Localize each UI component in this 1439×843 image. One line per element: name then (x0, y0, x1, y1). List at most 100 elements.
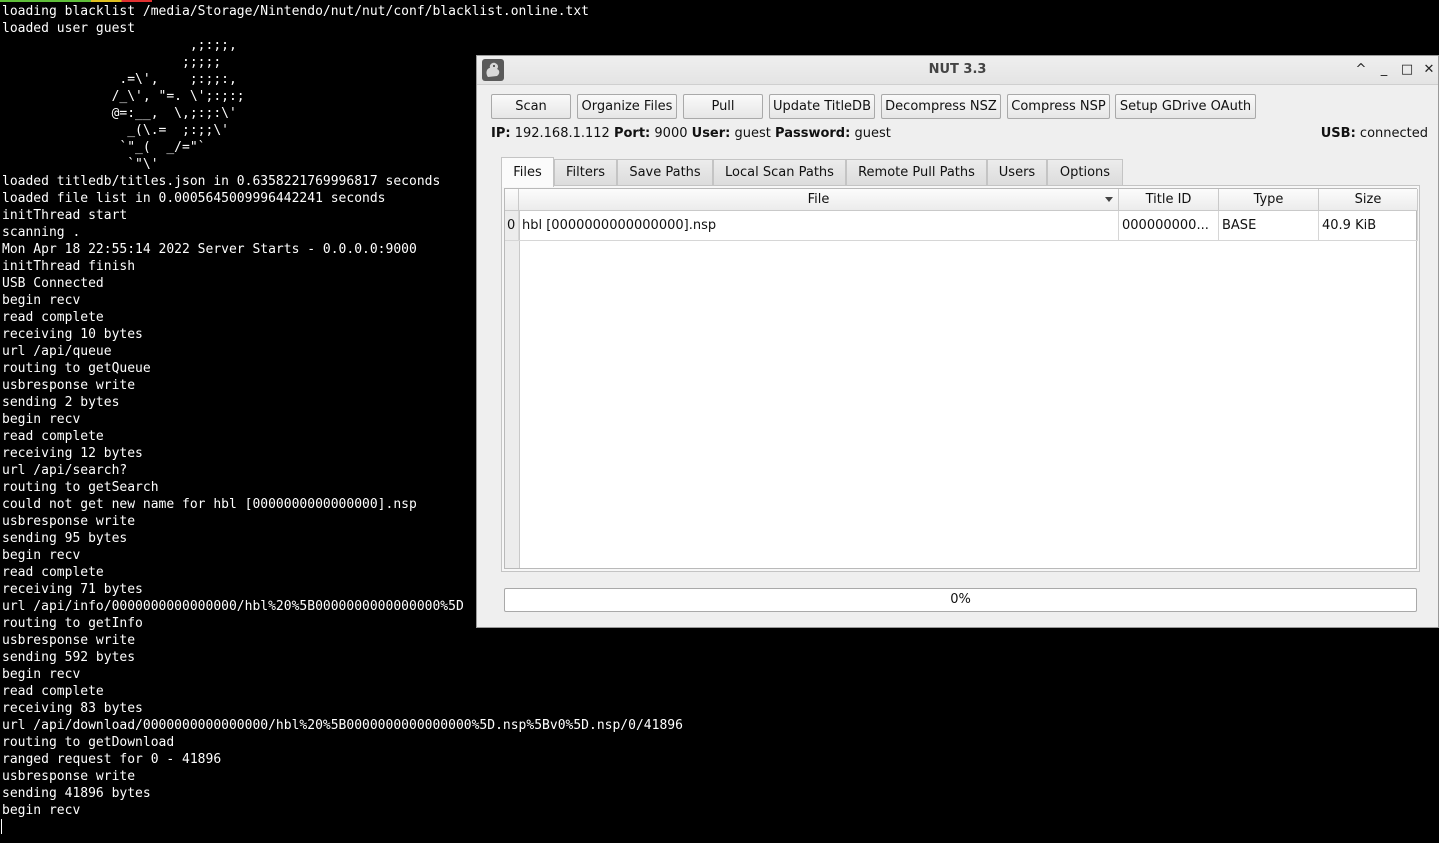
terminal-line: begin recv (2, 667, 81, 682)
terminal-line: begin recv (2, 293, 81, 308)
column-header-file[interactable]: File (519, 189, 1119, 211)
terminal-line: /_\', "=. \';:;:; (2, 89, 245, 104)
tab-filters[interactable]: Filters (554, 159, 617, 185)
cell-size[interactable]: 40.9 KiB (1319, 211, 1418, 241)
compress-nsp-button[interactable]: Compress NSP (1007, 94, 1110, 119)
terminal-line: read complete (2, 429, 104, 444)
terminal-line: routing to getSearch (2, 480, 159, 495)
terminal-line: begin recv (2, 803, 81, 818)
terminal-line: routing to getDownload (2, 735, 175, 750)
column-header-file-label: File (807, 192, 830, 207)
usb-value: connected (1359, 126, 1428, 141)
terminal-line: Mon Apr 18 22:55:14 2022 Server Starts -… (2, 242, 417, 257)
terminal-line: routing to getInfo (2, 616, 143, 631)
tab-options[interactable]: Options (1047, 159, 1123, 185)
terminal-line: loaded user guest (2, 21, 136, 36)
terminal-line: url /api/search? (2, 463, 128, 478)
column-header-title-id[interactable]: Title ID (1119, 189, 1219, 211)
usb-label: USB: (1320, 126, 1356, 141)
usb-status: USB: connected (1321, 126, 1428, 142)
terminal-line: usbresponse write (2, 514, 136, 529)
terminal-line: sending 592 bytes (2, 650, 136, 665)
terminal-line: begin recv (2, 548, 81, 563)
cell-type[interactable]: BASE (1219, 211, 1319, 241)
password-label: Password: (775, 126, 851, 141)
password-value: guest (854, 126, 891, 141)
terminal-line: begin recv (2, 412, 81, 427)
terminal-line: scanning . (2, 225, 81, 240)
terminal-line: receiving 71 bytes (2, 582, 143, 597)
tab-save-paths[interactable]: Save Paths (617, 159, 713, 185)
terminal-line: could not get new name for hbl [00000000… (2, 497, 417, 512)
terminal-status-strip (0, 0, 152, 2)
terminal-line: USB Connected (2, 276, 104, 291)
ip-value: 192.168.1.112 (514, 126, 610, 141)
tab-local-scan-paths[interactable]: Local Scan Paths (713, 159, 846, 185)
terminal-line: ;;;;; (2, 55, 222, 70)
tab-files[interactable]: Files (501, 157, 554, 187)
terminal-line: url /api/queue (2, 344, 112, 359)
cell-file[interactable]: hbl [0000000000000000].nsp (519, 211, 1119, 241)
terminal-line: sending 95 bytes (2, 531, 128, 546)
port-label: Port: (613, 126, 651, 141)
tab-users[interactable]: Users (987, 159, 1047, 185)
terminal-line: read complete (2, 565, 104, 580)
terminal-line: `"_( _/="` (2, 140, 206, 155)
title-bar[interactable]: NUT 3.3 ^ _ □ ✕ (477, 56, 1438, 85)
terminal-line: initThread start (2, 208, 128, 223)
text-cursor (1, 819, 2, 834)
port-value: 9000 (654, 126, 688, 141)
terminal-line: sending 41896 bytes (2, 786, 151, 801)
nut-window: NUT 3.3 ^ _ □ ✕ Scan Organize Files Pull… (476, 55, 1439, 628)
tab-remote-pull-paths[interactable]: Remote Pull Paths (846, 159, 987, 185)
terminal-line: loaded titledb/titles.json in 0.63582217… (2, 174, 441, 189)
row-header-column (505, 211, 520, 568)
terminal-line: ranged request for 0 - 41896 (2, 752, 222, 767)
terminal-line: usbresponse write (2, 769, 136, 784)
update-titledb-button[interactable]: Update TitleDB (769, 94, 875, 119)
progress-label: 0% (950, 592, 971, 607)
terminal-line: sending 2 bytes (2, 395, 120, 410)
organize-files-button[interactable]: Organize Files (577, 94, 677, 119)
close-icon[interactable]: ✕ (1420, 60, 1438, 80)
table-corner[interactable] (505, 189, 519, 211)
terminal-line: ,;:;;, (2, 38, 237, 53)
window-title: NUT 3.3 (928, 62, 987, 77)
terminal-line: _(\.= ;:;;\' (2, 123, 229, 138)
terminal-line: url /api/info/0000000000000000/hbl%20%5B… (2, 599, 464, 614)
ip-label: IP: (491, 126, 511, 141)
row-index[interactable]: 0 (505, 211, 519, 241)
terminal-line: loading blacklist /media/Storage/Nintend… (2, 4, 589, 19)
files-table[interactable]: File Title ID Type Size 0 hbl [000000000… (504, 188, 1418, 569)
files-panel: File Title ID Type Size 0 hbl [000000000… (501, 185, 1420, 572)
terminal-line: url /api/download/0000000000000000/hbl%2… (2, 718, 683, 733)
terminal-line: routing to getQueue (2, 361, 151, 376)
terminal-line: read complete (2, 684, 104, 699)
pull-button[interactable]: Pull (683, 94, 763, 119)
terminal-line: receiving 10 bytes (2, 327, 143, 342)
setup-gdrive-oauth-button[interactable]: Setup GDrive OAuth (1115, 94, 1256, 119)
column-header-type[interactable]: Type (1219, 189, 1319, 211)
terminal-line: `"\' (2, 157, 159, 172)
maximize-icon[interactable]: □ (1398, 60, 1416, 80)
terminal-line: receiving 83 bytes (2, 701, 143, 716)
terminal-line: .=\', ;:;;:, (2, 72, 237, 87)
terminal-line: read complete (2, 310, 104, 325)
progress-bar: 0% (504, 588, 1417, 612)
terminal-line: loaded file list in 0.000564500999644224… (2, 191, 386, 206)
terminal-line: receiving 12 bytes (2, 446, 143, 461)
minimize-icon[interactable]: _ (1375, 60, 1393, 80)
server-info: IP: 192.168.1.112 Port: 9000 User: guest… (491, 126, 891, 142)
user-label: User: (691, 126, 731, 141)
column-header-size[interactable]: Size (1319, 189, 1418, 211)
cell-title-id[interactable]: 000000000... (1119, 211, 1219, 241)
sort-indicator-icon (1105, 197, 1113, 202)
terminal-line: @=:__, \,;:;:\' (2, 106, 237, 121)
terminal-line: usbresponse write (2, 633, 136, 648)
decompress-nsz-button[interactable]: Decompress NSZ (881, 94, 1001, 119)
scan-button[interactable]: Scan (491, 94, 571, 119)
terminal-line: initThread finish (2, 259, 136, 274)
user-value: guest (734, 126, 771, 141)
keep-above-icon[interactable]: ^ (1352, 60, 1370, 80)
terminal-line: usbresponse write (2, 378, 136, 393)
